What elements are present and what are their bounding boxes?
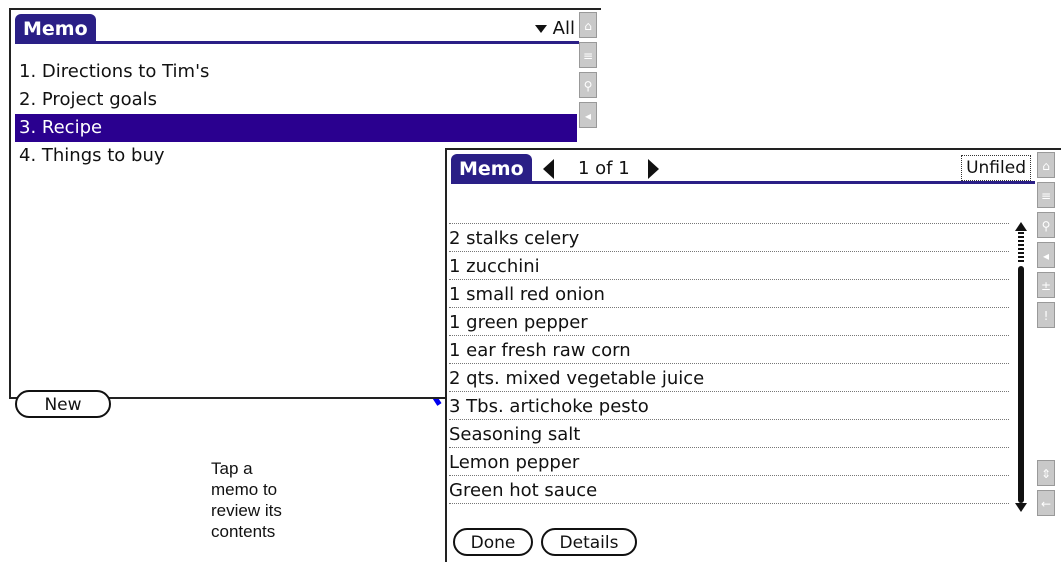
scroll-track[interactable] xyxy=(1018,232,1024,503)
scroll-icon[interactable]: ⇕ xyxy=(1037,460,1055,486)
scroll-track-dotted xyxy=(1018,232,1024,264)
title-bar: Memo All xyxy=(15,14,579,44)
memo-line: 1 zucchini xyxy=(449,252,1009,280)
memo-line: 1 green pepper xyxy=(449,308,1009,336)
home-icon[interactable]: ⌂ xyxy=(1037,152,1055,178)
silkscreen-strip: ⌂ ≡ ⚲ ◂ ± ! ⇕ ← xyxy=(1037,152,1057,520)
silkscreen-strip: ⌂ ≡ ⚲ ◂ xyxy=(579,12,599,132)
scroll-up-icon[interactable] xyxy=(1015,222,1027,231)
menu-icon[interactable]: ≡ xyxy=(579,42,597,68)
page-indicator: 1 of 1 xyxy=(578,158,630,179)
alert-icon[interactable]: ! xyxy=(1037,302,1055,328)
title-underline xyxy=(451,181,1035,184)
memo-line: 2 qts. mixed vegetable juice xyxy=(449,364,1009,392)
app-title[interactable]: Memo xyxy=(15,14,96,44)
title-underline xyxy=(15,41,579,44)
menu-icon[interactable]: ≡ xyxy=(1037,182,1055,208)
scroll-thumb[interactable] xyxy=(1018,266,1024,503)
details-button[interactable]: Details xyxy=(541,528,637,556)
memo-line: 2 stalks celery xyxy=(449,224,1009,252)
find-icon[interactable]: ⚲ xyxy=(1037,212,1055,238)
memo-item-selected[interactable]: 3. Recipe xyxy=(15,114,577,142)
memo-line: 1 small red onion xyxy=(449,280,1009,308)
previous-arrow-icon[interactable] xyxy=(543,159,554,179)
next-arrow-icon[interactable] xyxy=(647,159,659,179)
category-dropdown[interactable]: All xyxy=(534,16,575,42)
back-icon[interactable]: ← xyxy=(1037,490,1055,516)
memo-item[interactable]: 1. Directions to Tim's xyxy=(15,58,577,86)
new-button[interactable]: New xyxy=(15,390,111,418)
caption-line: memo to xyxy=(211,480,278,499)
scroll-down-icon[interactable] xyxy=(1015,503,1027,512)
category-selector[interactable]: Unfiled xyxy=(961,155,1031,181)
memo-line xyxy=(449,196,1009,224)
caption-line: review its xyxy=(211,501,282,520)
caption-line: Tap a xyxy=(211,459,253,478)
memo-item[interactable]: 2. Project goals xyxy=(15,86,577,114)
memo-line: Green hot sauce xyxy=(449,476,1009,504)
app-title[interactable]: Memo xyxy=(451,154,532,184)
title-bar: Memo 1 of 1 Unfiled xyxy=(451,154,1035,184)
caption-line: contents xyxy=(211,522,276,541)
memo-line: Seasoning salt xyxy=(449,420,1009,448)
home-icon[interactable]: ⌂ xyxy=(579,12,597,38)
memo-line: 1 ear fresh raw corn xyxy=(449,336,1009,364)
memo-detail-screen: Memo 1 of 1 Unfiled 2 stalks celery 1 zu… xyxy=(445,148,1061,562)
instruction-caption: Tap a memo to review its contents xyxy=(211,458,351,542)
memo-line: 3 Tbs. artichoke pesto xyxy=(449,392,1009,420)
volume-icon[interactable]: ◂ xyxy=(579,102,597,128)
done-button[interactable]: Done xyxy=(453,528,533,556)
find-icon[interactable]: ⚲ xyxy=(579,72,597,98)
scrollbar[interactable] xyxy=(1015,222,1027,512)
triangle-down-icon xyxy=(534,25,547,33)
volume-icon[interactable]: ◂ xyxy=(1037,242,1055,268)
memo-line: Lemon pepper xyxy=(449,448,1009,476)
memo-body[interactable]: 2 stalks celery 1 zucchini 1 small red o… xyxy=(449,196,1009,504)
calc-icon[interactable]: ± xyxy=(1037,272,1055,298)
page-navigator: 1 of 1 xyxy=(543,154,659,184)
category-label: All xyxy=(552,18,575,39)
